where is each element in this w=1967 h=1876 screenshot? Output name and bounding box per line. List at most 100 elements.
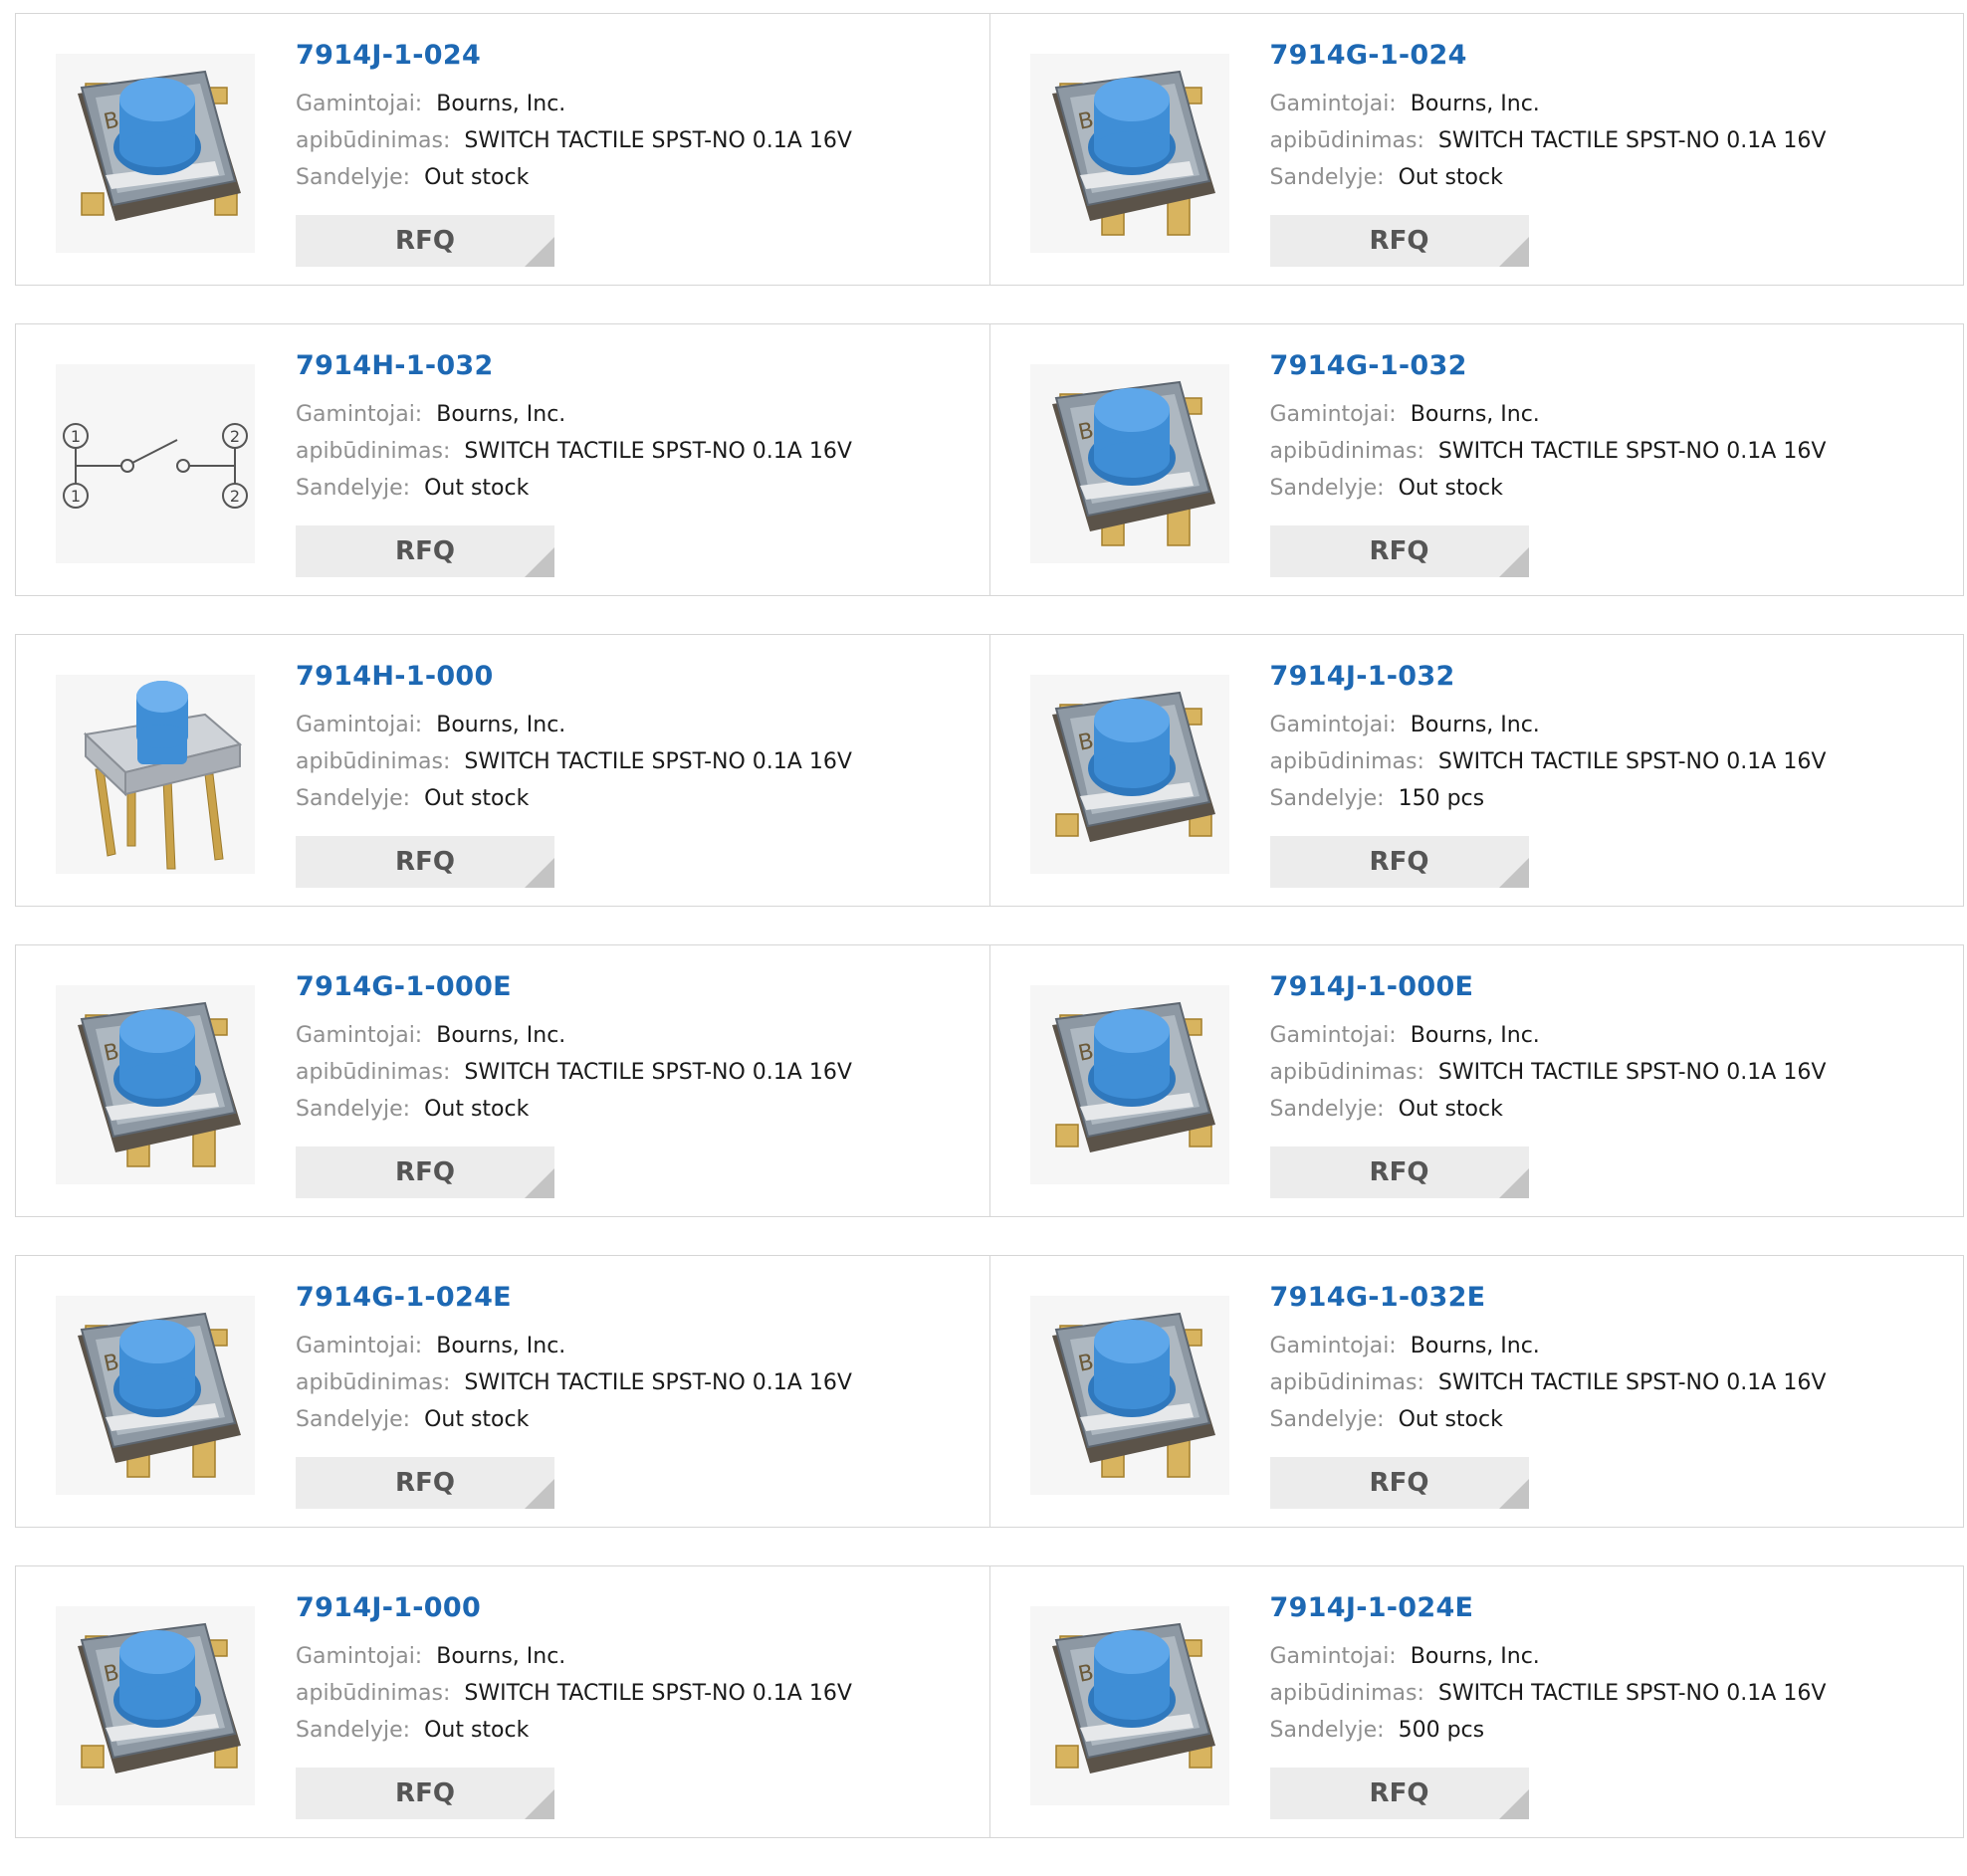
rfq-button[interactable]: RFQ [296, 1146, 554, 1198]
stock-value: Out stock [1398, 476, 1503, 501]
svg-text:2: 2 [230, 487, 240, 506]
description-label: apibūdinimas: [1269, 749, 1424, 774]
rfq-button[interactable]: RFQ [1269, 1768, 1529, 1819]
description-value: SWITCH TACTILE SPST-NO 0.1A 16V [1437, 1681, 1827, 1706]
product-info: 7914J-1-000 Gamintojai: Bourns, Inc. apib… [296, 1594, 980, 1749]
tactile-switch-icon: B [56, 54, 255, 253]
part-number-link[interactable]: 7914J-1-000 [296, 1594, 980, 1621]
description-row: apibūdinimas: SWITCH TACTILE SPST-NO 0.1A… [296, 743, 980, 780]
svg-text:1: 1 [71, 487, 81, 506]
tactile-switch-short-leads-image[interactable]: B [56, 1606, 255, 1805]
rfq-button[interactable]: RFQ [296, 1768, 554, 1819]
tactile-switch-long-leads-image[interactable]: B [56, 1296, 255, 1495]
tactile-switch-long-leads-image[interactable]: B [56, 985, 255, 1184]
description-value: SWITCH TACTILE SPST-NO 0.1A 16V [464, 1681, 852, 1706]
tactile-switch-long-leads-image[interactable]: B [1029, 1296, 1229, 1495]
rfq-button[interactable]: RFQ [296, 1457, 554, 1509]
product-row: B 7914G-1-000E Gamintojai: Bourns, Inc. a… [15, 944, 1964, 1217]
rfq-button[interactable]: RFQ [1269, 836, 1529, 888]
manufacturer-row: Gamintojai: Bourns, Inc. [1270, 707, 1954, 743]
tactile-switch-icon: B [1029, 1296, 1229, 1495]
tactile-switch-short-leads-image[interactable]: B [56, 54, 255, 253]
manufacturer-row: Gamintojai: Bourns, Inc. [1270, 86, 1954, 122]
part-number-link[interactable]: 7914G-1-032 [1270, 352, 1954, 379]
stock-row: Sandelyje: Out stock [296, 1712, 980, 1749]
stock-label: Sandelyje: [1269, 476, 1385, 501]
tactile-switch-through-hole-image[interactable] [56, 675, 255, 874]
tactile-switch-icon: B [56, 985, 255, 1184]
description-label: apibūdinimas: [1269, 439, 1424, 464]
description-row: apibūdinimas: SWITCH TACTILE SPST-NO 0.1A… [296, 122, 980, 159]
tactile-switch-icon: B [56, 1606, 255, 1805]
stock-value: Out stock [424, 1407, 530, 1432]
rfq-button[interactable]: RFQ [1269, 215, 1529, 267]
manufacturer-value: Bourns, Inc. [1410, 92, 1540, 116]
part-number-link[interactable]: 7914J-1-024 [296, 42, 980, 69]
description-label: apibūdinimas: [1269, 1681, 1424, 1706]
manufacturer-value: Bourns, Inc. [436, 402, 566, 427]
rfq-label: RFQ [1369, 1157, 1429, 1187]
part-number-link[interactable]: 7914G-1-024E [296, 1284, 980, 1311]
stock-value: 150 pcs [1398, 786, 1485, 811]
stock-value: Out stock [424, 786, 530, 811]
rfq-button[interactable]: RFQ [296, 215, 554, 267]
description-label: apibūdinimas: [1269, 1370, 1424, 1395]
description-row: apibūdinimas: SWITCH TACTILE SPST-NO 0.1A… [1270, 1675, 1954, 1712]
tactile-switch-icon [56, 675, 255, 874]
rfq-label: RFQ [1369, 1778, 1429, 1808]
part-number-link[interactable]: 7914J-1-000E [1270, 973, 1954, 1000]
manufacturer-value: Bourns, Inc. [1410, 402, 1540, 427]
part-number-link[interactable]: 7914J-1-024E [1270, 1594, 1954, 1621]
description-label: apibūdinimas: [296, 1681, 451, 1706]
description-value: SWITCH TACTILE SPST-NO 0.1A 16V [1437, 749, 1827, 774]
product-row: 7914H-1-000 Gamintojai: Bourns, Inc. apib… [15, 634, 1964, 907]
corner-triangle-icon [1498, 1168, 1529, 1198]
description-label: apibūdinimas: [1269, 1060, 1424, 1085]
product-row: B 7914J-1-000 Gamintojai: Bourns, Inc. ap… [15, 1565, 1964, 1838]
rfq-label: RFQ [1369, 847, 1429, 877]
stock-label: Sandelyje: [296, 165, 411, 190]
stock-row: Sandelyje: Out stock [296, 780, 980, 817]
part-number-link[interactable]: 7914G-1-000E [296, 973, 980, 1000]
part-number-link[interactable]: 7914H-1-000 [296, 663, 980, 690]
tactile-switch-long-leads-image[interactable]: B [1029, 54, 1229, 253]
description-label: apibūdinimas: [1269, 128, 1424, 153]
stock-row: Sandelyje: Out stock [296, 1401, 980, 1438]
part-number-link[interactable]: 7914G-1-032E [1270, 1284, 1954, 1311]
manufacturer-row: Gamintojai: Bourns, Inc. [296, 1638, 980, 1675]
corner-triangle-icon [525, 1168, 554, 1198]
tactile-switch-short-leads-image[interactable]: B [1029, 675, 1229, 874]
stock-row: Sandelyje: Out stock [296, 1091, 980, 1128]
description-row: apibūdinimas: SWITCH TACTILE SPST-NO 0.1A… [296, 1675, 980, 1712]
stock-label: Sandelyje: [296, 1718, 411, 1743]
corner-triangle-icon [525, 237, 554, 267]
stock-label: Sandelyje: [1269, 1718, 1385, 1743]
rfq-button[interactable]: RFQ [296, 525, 554, 577]
description-value: SWITCH TACTILE SPST-NO 0.1A 16V [464, 1060, 852, 1085]
stock-row: Sandelyje: Out stock [1270, 470, 1954, 507]
manufacturer-value: Bourns, Inc. [436, 1334, 566, 1358]
manufacturer-row: Gamintojai: Bourns, Inc. [296, 1017, 980, 1054]
corner-triangle-icon [1498, 237, 1529, 267]
product-info: 7914J-1-024 Gamintojai: Bourns, Inc. apib… [296, 42, 980, 196]
switch-schematic-image[interactable]: 1 1 2 2 [56, 364, 255, 563]
product-card: 7914H-1-000 Gamintojai: Bourns, Inc. apib… [15, 634, 990, 907]
rfq-button[interactable]: RFQ [1269, 525, 1529, 577]
tactile-switch-short-leads-image[interactable]: B [1029, 1606, 1229, 1805]
stock-row: Sandelyje: Out stock [296, 159, 980, 196]
part-number-link[interactable]: 7914G-1-024 [1270, 42, 1954, 69]
manufacturer-row: Gamintojai: Bourns, Inc. [296, 707, 980, 743]
switch-schematic-icon: 1 1 2 2 [56, 364, 255, 563]
rfq-label: RFQ [395, 1468, 455, 1498]
tactile-switch-long-leads-image[interactable]: B [1029, 364, 1229, 563]
rfq-button[interactable]: RFQ [1269, 1457, 1529, 1509]
product-card: B 7914J-1-024E Gamintojai: Bourns, Inc. a… [988, 1565, 1964, 1838]
stock-row: Sandelyje: Out stock [1270, 1091, 1954, 1128]
tactile-switch-short-leads-image[interactable]: B [1029, 985, 1229, 1184]
part-number-link[interactable]: 7914J-1-032 [1270, 663, 1954, 690]
rfq-button[interactable]: RFQ [1269, 1146, 1529, 1198]
part-number-link[interactable]: 7914H-1-032 [296, 352, 980, 379]
product-card: B 7914J-1-024 Gamintojai: Bourns, Inc. ap… [15, 13, 990, 286]
product-card: B 7914G-1-032 Gamintojai: Bourns, Inc. ap… [988, 323, 1964, 596]
rfq-button[interactable]: RFQ [296, 836, 554, 888]
